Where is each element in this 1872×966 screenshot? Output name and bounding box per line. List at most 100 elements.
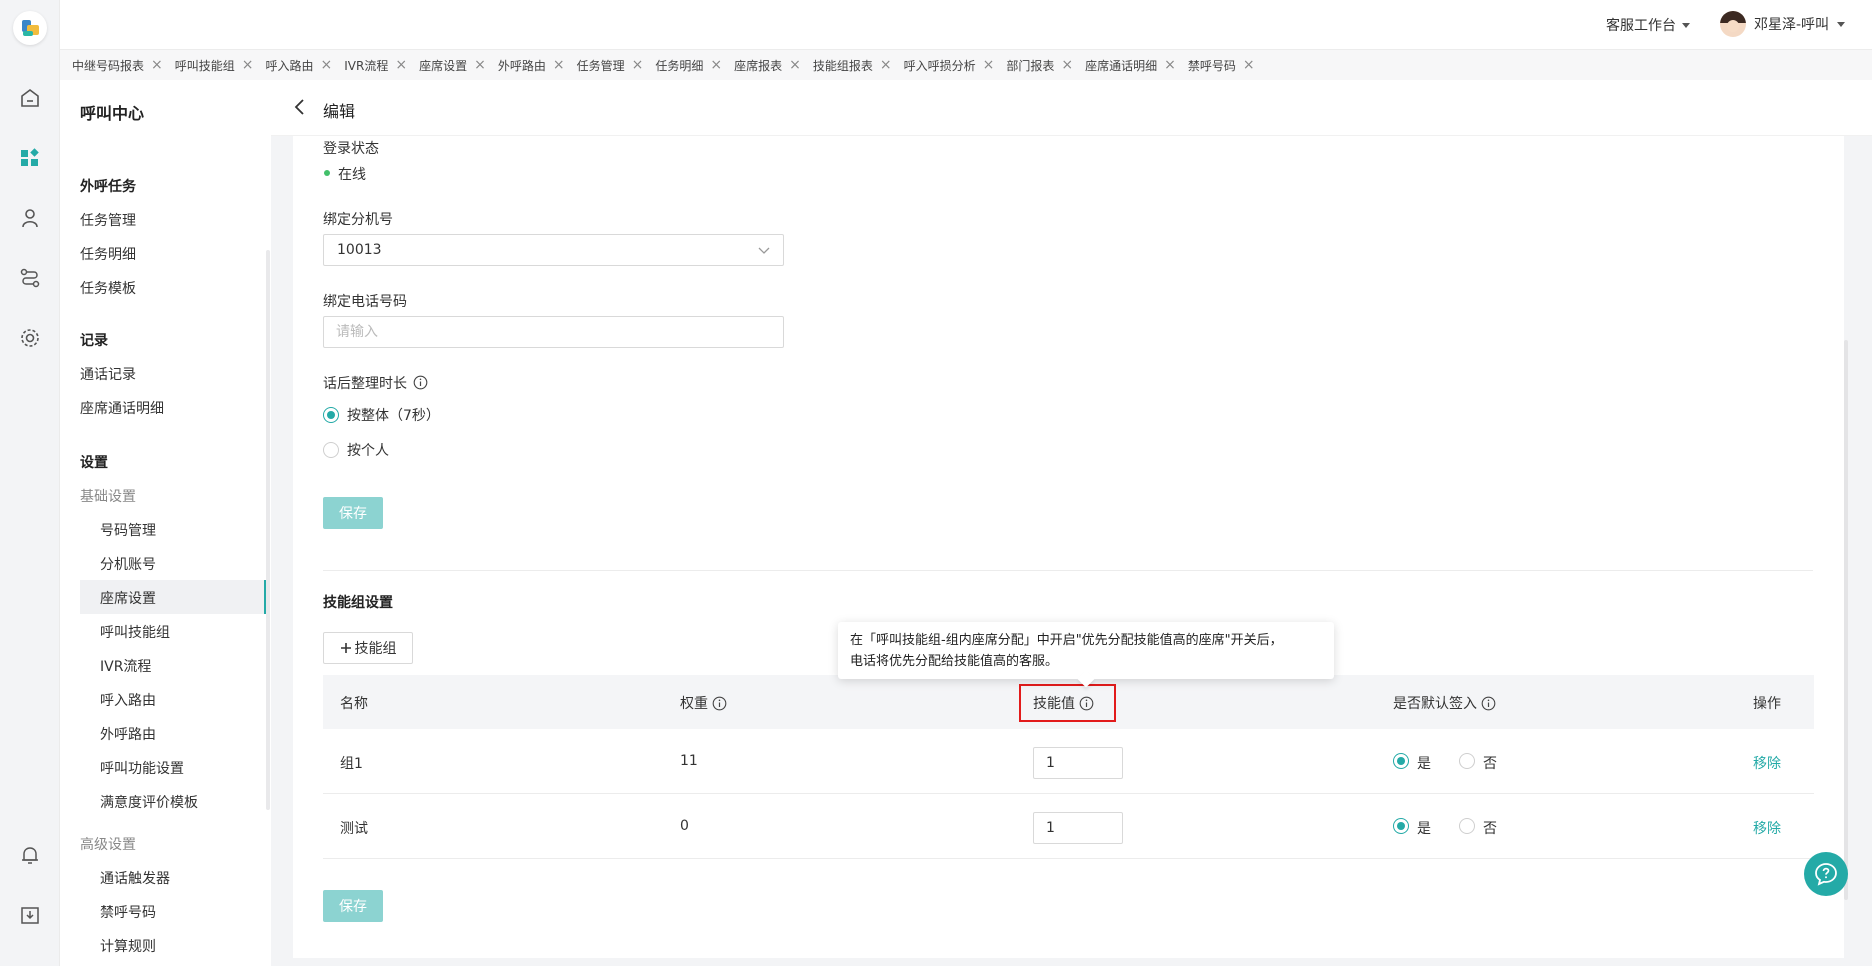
wrapup-option-personal[interactable]: 按个人 (347, 440, 389, 460)
tab-item[interactable]: 中继号码报表 × (72, 57, 163, 74)
table-row: 测试 0 1 是 否 移除 (323, 794, 1814, 859)
download-icon[interactable] (18, 903, 42, 927)
menu-item-ext-account[interactable]: 分机账号 (100, 554, 156, 574)
menu-subgroup-advanced[interactable]: 高级设置 (80, 834, 136, 854)
agent-icon[interactable] (18, 206, 42, 230)
bell-icon[interactable] (18, 843, 42, 867)
tab-label: 座席设置 (419, 58, 468, 73)
row-name: 组1 (340, 756, 363, 772)
gear-icon[interactable] (18, 326, 42, 350)
tab-item[interactable]: 座席报表 × (734, 57, 801, 74)
content-scrollbar[interactable] (1844, 340, 1848, 900)
close-icon[interactable]: × (1164, 58, 1176, 72)
close-icon[interactable]: × (474, 58, 486, 72)
skill-value-input[interactable]: 1 (1033, 812, 1123, 844)
phone-input[interactable] (324, 317, 783, 347)
tab-item[interactable]: 座席通话明细 × (1085, 57, 1176, 74)
remove-link[interactable]: 移除 (1753, 818, 1781, 838)
menu-item-call-record[interactable]: 通话记录 (80, 364, 136, 384)
menu-item-seat-call-detail[interactable]: 座席通话明细 (80, 398, 164, 418)
menu-item-inbound-route[interactable]: 呼入路由 (100, 690, 156, 710)
menu-item-number-manage[interactable]: 号码管理 (100, 520, 156, 540)
tab-item[interactable]: 部门报表 × (1006, 57, 1073, 74)
close-icon[interactable]: × (395, 58, 407, 72)
user-menu[interactable]: 邓星泽-呼叫 (1720, 11, 1846, 37)
menu-item-calc-rules[interactable]: 计算规则 (100, 936, 156, 956)
menu-item-call-function[interactable]: 呼叫功能设置 (100, 758, 184, 778)
caret-down-icon (1837, 21, 1846, 27)
signin-no-label[interactable]: 否 (1483, 818, 1497, 838)
menu-item-task-manage[interactable]: 任务管理 (80, 210, 136, 230)
tab-item[interactable]: 外呼路由 × (498, 57, 565, 74)
apps-icon[interactable] (18, 146, 42, 170)
menu-scrollbar[interactable] (266, 250, 270, 810)
tab-item[interactable]: 呼叫技能组 × (175, 57, 254, 74)
menu-item-task-template[interactable]: 任务模板 (80, 278, 136, 298)
route-icon[interactable] (18, 266, 42, 290)
menu-group-record: 记录 (80, 333, 108, 349)
close-icon[interactable]: × (710, 58, 722, 72)
menu-item-skill-group[interactable]: 呼叫技能组 (100, 622, 170, 642)
wrapup-option-all[interactable]: 按整体（7秒） (347, 405, 440, 425)
close-icon[interactable]: × (880, 58, 892, 72)
tab-item[interactable]: 禁呼号码 × (1188, 57, 1255, 74)
signin-no-label[interactable]: 否 (1483, 753, 1497, 773)
add-skill-group-button[interactable]: 技能组 (323, 632, 413, 664)
signin-yes-radio[interactable] (1393, 818, 1409, 834)
signin-yes-label[interactable]: 是 (1417, 753, 1431, 773)
close-icon[interactable]: × (242, 58, 254, 72)
remove-link[interactable]: 移除 (1753, 753, 1781, 773)
add-skill-group-label: 技能组 (354, 641, 397, 657)
tab-item[interactable]: 任务管理 × (577, 57, 644, 74)
tab-label: 任务明细 (655, 58, 704, 73)
table-row: 组1 11 1 是 否 移除 (323, 729, 1814, 794)
close-icon[interactable]: × (1061, 58, 1073, 72)
tab-item[interactable]: 呼入路由 × (266, 57, 333, 74)
menu-item-ivr[interactable]: IVR流程 (100, 656, 151, 676)
close-icon[interactable]: × (789, 58, 801, 72)
info-icon[interactable] (712, 696, 727, 711)
signin-yes-label[interactable]: 是 (1417, 818, 1431, 838)
col-actions-label: 操作 (1753, 696, 1781, 712)
home-icon[interactable] (18, 86, 42, 110)
menu-subgroup-basic[interactable]: 基础设置 (80, 486, 136, 506)
info-icon[interactable] (1481, 696, 1496, 711)
tab-item[interactable]: 座席设置 × (419, 57, 486, 74)
wrapup-radio-all[interactable] (323, 407, 339, 423)
close-icon[interactable]: × (553, 58, 565, 72)
skill-value-input[interactable]: 1 (1033, 747, 1123, 779)
ext-select[interactable]: 10013 (323, 234, 784, 266)
tab-item[interactable]: IVR流程 × (344, 57, 407, 74)
back-icon[interactable] (293, 98, 307, 120)
help-button[interactable] (1804, 852, 1848, 896)
signin-yes-radio[interactable] (1393, 753, 1409, 769)
close-icon[interactable]: × (983, 58, 995, 72)
ext-label: 绑定分机号 (323, 212, 393, 228)
signin-no-radio[interactable] (1459, 818, 1475, 834)
menu-item-satisfaction[interactable]: 满意度评价模板 (100, 792, 198, 812)
close-icon[interactable]: × (632, 58, 644, 72)
menu-item-task-detail[interactable]: 任务明细 (80, 244, 136, 264)
tab-label: 呼入路由 (265, 58, 314, 73)
info-icon[interactable] (413, 375, 428, 394)
menu-item-blocked-numbers[interactable]: 禁呼号码 (100, 902, 156, 922)
row-weight: 0 (680, 818, 689, 834)
tooltip-line-1: 在「呼叫技能组-组内座席分配」中开启"优先分配技能值高的座席"开关后， (850, 633, 1283, 648)
app-logo[interactable] (13, 11, 47, 45)
close-icon[interactable]: × (321, 58, 333, 72)
menu-item-call-trigger[interactable]: 通话触发器 (100, 868, 170, 888)
signin-no-radio[interactable] (1459, 753, 1475, 769)
tab-item[interactable]: 技能组报表 × (813, 57, 892, 74)
tab-item[interactable]: 任务明细 × (655, 57, 722, 74)
tab-label: 技能组报表 (812, 58, 873, 73)
menu-item-outbound-route[interactable]: 外呼路由 (100, 724, 156, 744)
close-icon[interactable]: × (1243, 58, 1255, 72)
tab-item[interactable]: 呼入呼损分析 × (904, 57, 995, 74)
close-icon[interactable]: × (151, 58, 163, 72)
skill-save-button[interactable]: 保存 (323, 890, 383, 922)
avatar (1720, 11, 1746, 37)
wrapup-radio-personal[interactable] (323, 442, 339, 458)
menu-item-seat-settings[interactable]: 座席设置 (100, 588, 156, 608)
save-button[interactable]: 保存 (323, 497, 383, 529)
workspace-dropdown[interactable]: 客服工作台 (1606, 15, 1690, 35)
